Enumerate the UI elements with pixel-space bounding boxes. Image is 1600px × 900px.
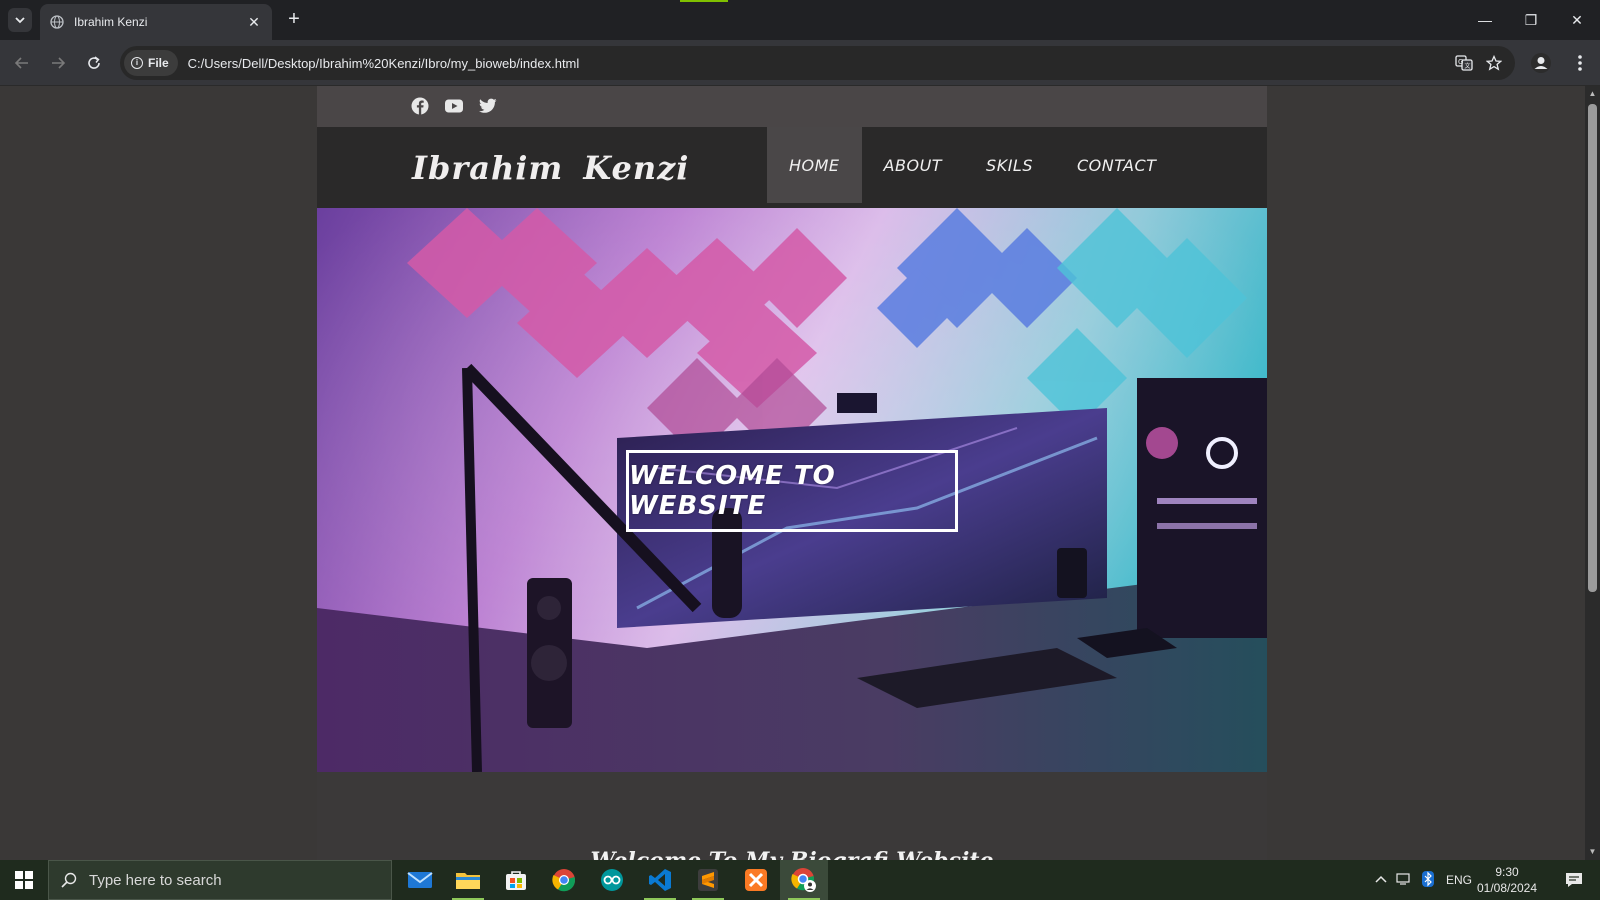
main-nav: HOME ABOUT SKILS CONTACT [767,127,1178,203]
search-icon [61,872,77,888]
sublime-text-icon [698,869,718,891]
site-info-label: File [148,56,169,70]
taskbar-arduino[interactable] [588,860,636,900]
start-button[interactable] [0,860,48,900]
arrow-left-icon [14,57,28,69]
url-text[interactable]: C:/Users/Dell/Desktop/Ibrahim%20Kenzi/Ib… [188,56,1449,71]
about-section: Welcome To My Biografi Website [317,772,1267,860]
welcome-heading: WELCOME TO WEBSITE [629,461,836,521]
browser-tab-bar: Ibrahim Kenzi ✕ + — ❐ ✕ [0,0,1600,40]
xampp-icon [745,869,767,891]
network-icon[interactable] [1392,872,1416,889]
restore-button[interactable]: ❐ [1508,0,1554,40]
system-clock[interactable]: 9:30 01/08/2024 [1468,864,1546,896]
taskbar-chrome-profile[interactable] [780,860,828,900]
notification-icon [1566,873,1582,887]
facebook-icon[interactable] [410,96,430,116]
page-viewport: Ibrahim Kenzi HOME ABOUT SKILS CONTACT W… [0,86,1585,860]
nav-contact[interactable]: CONTACT [1055,127,1178,203]
scroll-down-arrow-icon[interactable]: ▼ [1588,848,1597,856]
address-bar[interactable]: i File C:/Users/Dell/Desktop/Ibrahim%20K… [120,46,1515,80]
taskbar-sublime[interactable] [684,860,732,900]
tab-close-icon[interactable]: ✕ [246,14,262,31]
tab-title: Ibrahim Kenzi [74,15,148,29]
chevron-down-icon [15,17,25,24]
bookmark-button[interactable] [1479,48,1509,78]
forward-button[interactable] [46,51,70,75]
globe-icon [50,15,64,29]
reload-button[interactable] [82,51,106,75]
system-tray: ENG [1370,860,1478,900]
browser-menu-button[interactable] [1570,52,1590,74]
profile-button[interactable] [1530,52,1552,74]
section-subtitle: Welcome To My Biografi Website [317,848,1267,860]
browser-tab[interactable]: Ibrahim Kenzi ✕ [40,4,272,40]
site-logo[interactable]: Ibrahim Kenzi [412,149,689,187]
info-icon: i [131,57,143,69]
reload-icon [88,56,100,69]
translate-icon: G文 [1455,55,1473,71]
search-placeholder: Type here to search [89,871,222,889]
site-header: Ibrahim Kenzi HOME ABOUT SKILS CONTACT [317,127,1267,208]
hero-banner: WELCOME TO WEBSITE [317,208,1267,772]
browser-toolbar: i File C:/Users/Dell/Desktop/Ibrahim%20K… [0,40,1600,86]
windows-logo-icon [15,871,33,889]
mail-icon [407,872,433,888]
svg-text:文: 文 [1465,62,1471,70]
back-button[interactable] [10,51,34,75]
translate-button[interactable]: G文 [1449,48,1479,78]
tab-strip-accent [680,0,728,2]
show-hidden-icons-chevron-up-icon[interactable] [1370,873,1392,887]
arduino-icon [601,869,623,891]
microsoft-store-icon [506,871,526,890]
vscode-icon [649,869,671,891]
taskbar-store[interactable] [492,860,540,900]
chrome-profile-icon [791,868,816,892]
clock-time: 9:30 [1495,865,1519,879]
svg-text:G: G [1458,58,1463,66]
twitter-icon[interactable] [478,96,498,116]
youtube-icon[interactable] [444,96,464,116]
tab-search-button[interactable] [8,8,32,32]
kebab-menu-icon [1578,55,1582,71]
taskbar-file-explorer[interactable] [444,860,492,900]
page-scrollbar[interactable]: ▲ ▼ [1585,86,1600,860]
welcome-frame: WELCOME TO WEBSITE [626,450,958,532]
site-info-chip[interactable]: i File [124,50,178,76]
notification-center-button[interactable] [1556,860,1592,900]
taskbar-vscode[interactable] [636,860,684,900]
taskbar-xampp[interactable] [732,860,780,900]
social-bar [317,86,1267,127]
nav-home[interactable]: HOME [767,127,862,203]
clock-date: 01/08/2024 [1476,881,1538,895]
person-icon [1531,53,1551,73]
taskbar-search-box[interactable]: Type here to search [48,860,392,900]
windows-taskbar: Type here to search ENG 9:30 01/08/2024 [0,860,1600,900]
chrome-icon [552,869,576,892]
nav-about[interactable]: ABOUT [862,127,965,203]
scroll-up-arrow-icon[interactable]: ▲ [1588,90,1597,98]
window-close-button[interactable]: ✕ [1554,0,1600,40]
scrollbar-thumb[interactable] [1588,104,1597,592]
new-tab-button[interactable]: + [282,8,306,32]
taskbar-chrome[interactable] [540,860,588,900]
nav-skils[interactable]: SKILS [964,127,1055,203]
minimize-button[interactable]: — [1462,0,1508,40]
star-icon [1486,55,1502,71]
file-explorer-icon [456,873,480,889]
taskbar-mail[interactable] [396,860,444,900]
arrow-right-icon [52,57,66,69]
bluetooth-icon[interactable] [1416,870,1440,890]
website-container: Ibrahim Kenzi HOME ABOUT SKILS CONTACT W… [317,86,1267,860]
